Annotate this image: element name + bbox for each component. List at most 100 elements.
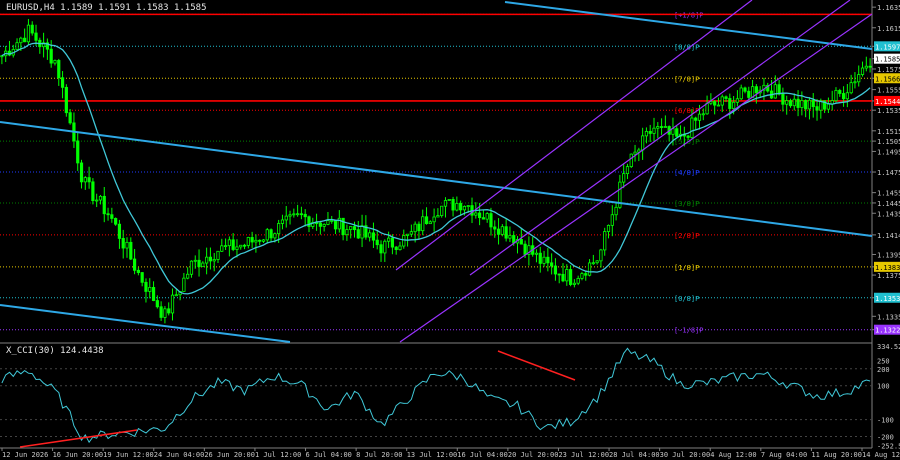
- candle-body: [284, 215, 288, 221]
- time-tick-label: 26 Jun 20:00: [204, 451, 255, 459]
- time-tick-label: 11 Aug 20:00: [811, 451, 862, 459]
- candle-body: [242, 244, 247, 247]
- candle-body: [121, 238, 125, 249]
- candle-body: [280, 219, 285, 224]
- candle-body: [671, 128, 675, 135]
- candle-body: [773, 84, 777, 99]
- candle-body: [860, 67, 865, 75]
- price-tick-label: 1.1445: [877, 200, 900, 208]
- candle-body: [584, 273, 588, 276]
- candle-body: [432, 216, 436, 223]
- candle-body: [697, 113, 702, 121]
- candle-body: [606, 224, 611, 232]
- candle-body: [413, 223, 417, 233]
- candle-body: [129, 241, 133, 260]
- candle-body: [440, 205, 444, 216]
- candle-body: [117, 223, 122, 239]
- candle-body: [26, 24, 31, 43]
- candle-body: [371, 232, 376, 241]
- cci-panel-title: X_CCI(30) 124.4438: [6, 346, 104, 356]
- candle-body: [841, 93, 846, 100]
- candle-body: [352, 226, 357, 231]
- candle-body: [781, 93, 785, 105]
- candle-body: [405, 233, 410, 236]
- price-tick-label: 1.1435: [877, 210, 900, 218]
- cci-tick-label: 100: [877, 383, 890, 391]
- candle-body: [125, 241, 129, 249]
- candle-body: [519, 239, 523, 245]
- candle-body: [68, 112, 72, 124]
- candle-body: [394, 246, 398, 251]
- candle-body: [174, 294, 178, 297]
- candle-body: [231, 239, 235, 250]
- price-label-text: 1.1322: [875, 327, 900, 335]
- candle-body: [705, 102, 709, 115]
- candle-body: [398, 245, 402, 251]
- candle-body: [496, 228, 501, 235]
- candle-body: [804, 100, 808, 110]
- candle-body: [53, 60, 57, 64]
- candle-body: [409, 231, 413, 235]
- candle-body: [296, 213, 300, 216]
- candle-body: [754, 86, 758, 94]
- candle-body: [98, 195, 103, 201]
- price-tick-label: 1.1535: [877, 107, 900, 115]
- candle-body: [493, 226, 497, 230]
- candle-body: [144, 281, 148, 292]
- candle-body: [57, 60, 61, 79]
- candle-body: [834, 90, 838, 102]
- candle-body: [269, 229, 273, 239]
- candle-body: [102, 195, 106, 215]
- murrey-level-label: [3/8]P: [674, 200, 699, 208]
- cci-tick-label: -100: [877, 417, 894, 425]
- candle-body: [333, 220, 338, 230]
- candle-body: [383, 240, 387, 254]
- candle-body: [49, 48, 53, 64]
- candle-body: [656, 126, 660, 129]
- candle-body: [485, 213, 489, 220]
- candle-body: [796, 98, 800, 108]
- candle-body: [167, 308, 171, 314]
- candle-body: [356, 229, 360, 239]
- candle-body: [387, 237, 391, 242]
- price-tick-label: 1.1555: [877, 87, 900, 95]
- candle-body: [587, 262, 592, 276]
- cci-tick-label: 334.5265: [877, 343, 900, 351]
- candle-body: [663, 126, 667, 128]
- price-tick-label: 1.1395: [877, 251, 900, 259]
- candle-body: [553, 265, 558, 275]
- time-tick-label: 13 Jul 12:00: [407, 451, 458, 459]
- candle-body: [83, 177, 87, 183]
- candle-body: [538, 252, 542, 264]
- candle-body: [686, 135, 690, 138]
- candle-body: [868, 65, 872, 68]
- price-tick-label: 1.1335: [877, 313, 900, 321]
- eurusd-chart[interactable]: [8/8]P[7/8]P[6/8]P[5/8]P[4/8]P[3/8]P[2/8…: [0, 0, 900, 460]
- candle-body: [743, 87, 747, 92]
- candle-body: [140, 272, 144, 283]
- candle-body: [30, 24, 34, 34]
- candle-body: [732, 101, 736, 109]
- candle-body: [151, 287, 156, 301]
- price-label-text: 1.1383: [875, 264, 900, 272]
- candle-body: [857, 74, 861, 83]
- candle-body: [546, 256, 550, 264]
- candle-body: [508, 235, 512, 239]
- price-label-text: 1.1353: [875, 295, 900, 303]
- candle-body: [785, 100, 789, 105]
- candle-body: [326, 220, 330, 225]
- candle-body: [724, 96, 728, 99]
- candle-body: [114, 218, 118, 225]
- candle-body: [648, 131, 652, 134]
- candle-body: [595, 260, 599, 264]
- candle-body: [261, 239, 266, 242]
- candle-body: [477, 212, 482, 219]
- time-tick-label: 1 Jul 12:00: [255, 451, 301, 459]
- price-label-text: 1.1585: [875, 56, 900, 64]
- candle-body: [625, 166, 630, 175]
- time-tick-label: 28 Jul 04:00: [609, 451, 660, 459]
- cci-tick-label: -252.5700: [877, 442, 900, 450]
- candle-body: [390, 237, 395, 248]
- candle-body: [170, 294, 175, 314]
- candle-body: [576, 277, 580, 284]
